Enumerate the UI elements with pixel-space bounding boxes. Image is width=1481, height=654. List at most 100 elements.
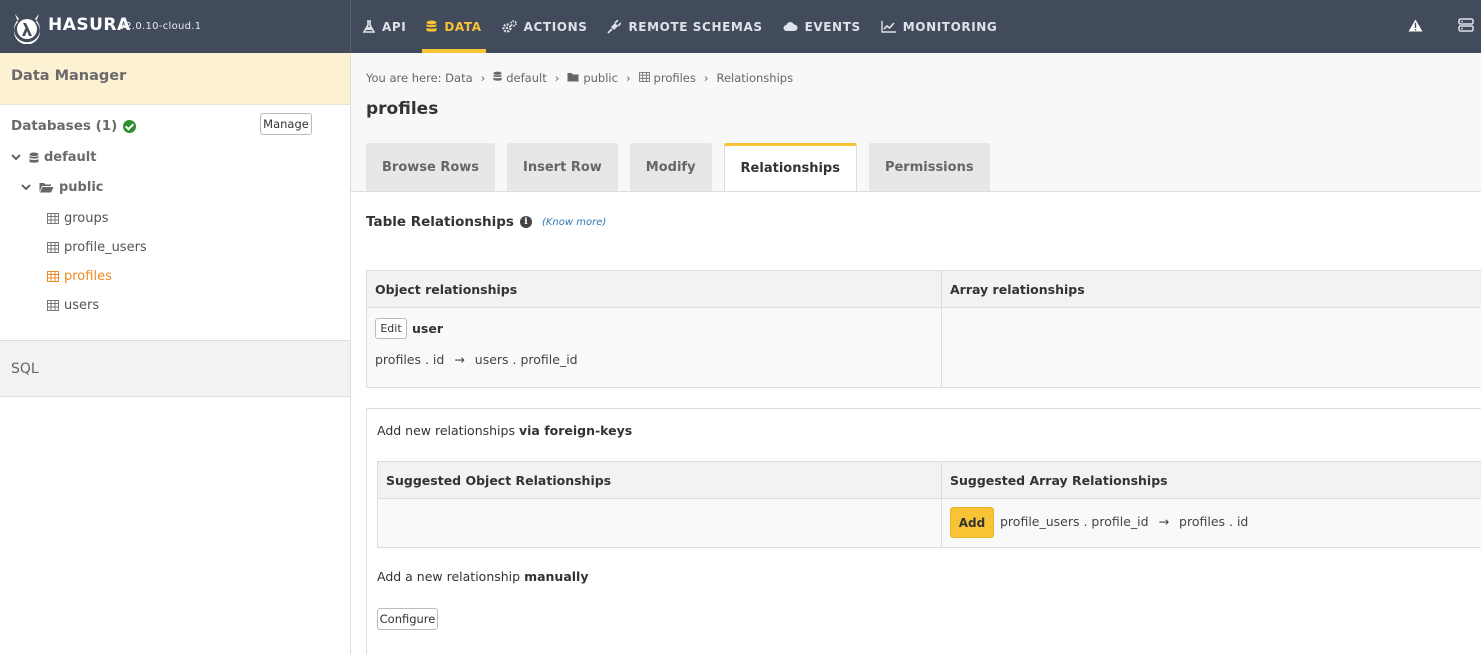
table-icon bbox=[47, 242, 59, 253]
breadcrumb-table[interactable]: profiles bbox=[654, 71, 696, 85]
folder-icon bbox=[567, 71, 579, 85]
top-navbar: HASURA v2.0.10-cloud.1 API DATA ACTIONS bbox=[0, 0, 1481, 53]
tree-table-label: users bbox=[64, 298, 100, 313]
mapping-from: profile_users . profile_id bbox=[1000, 514, 1149, 529]
edit-relationship-button[interactable]: Edit bbox=[375, 318, 407, 339]
table-row: Edit user profiles . id → users . profil… bbox=[367, 308, 1481, 387]
nav-monitoring[interactable]: MONITORING bbox=[871, 0, 1008, 53]
array-relationships-header: Array relationships bbox=[950, 282, 1085, 297]
mapping-to: users . profile_id bbox=[474, 352, 578, 367]
tree-table-label: profiles bbox=[64, 269, 112, 284]
nav-actions-label: ACTIONS bbox=[523, 19, 588, 34]
tree-table-groups[interactable]: groups bbox=[47, 211, 109, 226]
chevron-right-icon: › bbox=[703, 71, 709, 85]
tab-browse-rows[interactable]: Browse Rows bbox=[366, 143, 496, 191]
database-icon bbox=[426, 20, 437, 33]
nav-remote-schemas-label: REMOTE SCHEMAS bbox=[628, 19, 763, 34]
breadcrumb: You are here: Data › default › public › … bbox=[366, 71, 793, 85]
check-circle-icon bbox=[123, 119, 137, 133]
breadcrumb-db[interactable]: default bbox=[506, 71, 546, 85]
arrow-right-icon: → bbox=[454, 352, 465, 367]
sidebar: Data Manager Databases (1) Manage defaul… bbox=[0, 53, 351, 654]
page-title: profiles bbox=[366, 99, 439, 119]
nav-data-label: DATA bbox=[444, 19, 482, 34]
breadcrumb-prefix[interactable]: You are here: Data bbox=[366, 71, 473, 85]
mapping-from: profiles . id bbox=[375, 352, 445, 367]
section-title: Table Relationships i (Know more) bbox=[366, 214, 606, 230]
table-icon bbox=[47, 271, 59, 282]
tree-db-label: default bbox=[44, 150, 97, 165]
suggested-object-cell bbox=[378, 499, 942, 547]
nav-monitoring-label: MONITORING bbox=[902, 19, 998, 34]
breadcrumb-current: Relationships bbox=[716, 71, 794, 85]
relationship-name: user bbox=[412, 321, 443, 336]
sidebar-sql[interactable]: SQL bbox=[0, 341, 350, 397]
nav-actions[interactable]: ACTIONS bbox=[492, 0, 598, 53]
tab-relationships[interactable]: Relationships bbox=[723, 143, 857, 191]
databases-title: Databases (1) bbox=[11, 118, 137, 134]
main-nav: API DATA ACTIONS REMOTE SCHEMAS EVENTS M… bbox=[351, 0, 1007, 53]
add-manual-bold: manually bbox=[524, 569, 589, 584]
info-icon[interactable]: i bbox=[519, 216, 532, 228]
server-icon[interactable] bbox=[1458, 17, 1474, 36]
tree-table-label: profile_users bbox=[64, 240, 147, 255]
tree-table-profiles[interactable]: profiles bbox=[47, 269, 112, 284]
relationship-mapping: profiles . id → users . profile_id bbox=[375, 352, 578, 367]
table-icon bbox=[47, 300, 59, 311]
chevron-down-icon bbox=[21, 184, 33, 191]
manage-button[interactable]: Manage bbox=[260, 113, 312, 135]
section-title-label: Table Relationships bbox=[366, 214, 514, 230]
object-relationship-cell: Edit user profiles . id → users . profil… bbox=[367, 308, 942, 387]
nav-events-label: EVENTS bbox=[804, 19, 861, 34]
breadcrumb-schema[interactable]: public bbox=[583, 71, 618, 85]
database-icon bbox=[29, 152, 39, 164]
nav-api-label: API bbox=[382, 19, 407, 34]
add-via-fk-heading: Add new relationships via foreign-keys bbox=[377, 423, 632, 438]
table-icon bbox=[638, 71, 650, 85]
tree-table-users[interactable]: users bbox=[47, 298, 99, 313]
relationships-panel: Table Relationships i (Know more) Object… bbox=[351, 192, 1481, 654]
know-more-link[interactable]: (Know more) bbox=[542, 217, 606, 228]
nav-data[interactable]: DATA bbox=[416, 0, 491, 53]
warning-icon[interactable] bbox=[1408, 17, 1423, 36]
cloud-icon bbox=[783, 21, 798, 32]
add-manual-heading: Add a new relationship manually bbox=[377, 569, 589, 584]
sidebar-header[interactable]: Data Manager bbox=[0, 53, 350, 105]
tab-insert-row[interactable]: Insert Row bbox=[507, 143, 618, 191]
tree-schema-public[interactable]: public bbox=[21, 180, 103, 195]
tab-permissions[interactable]: Permissions bbox=[868, 143, 990, 191]
table-header: Object relationships Array relationships bbox=[367, 271, 1481, 308]
chevron-right-icon: › bbox=[480, 71, 486, 85]
nav-api[interactable]: API bbox=[353, 0, 416, 53]
brand-version: v2.0.10-cloud.1 bbox=[119, 21, 202, 32]
chevron-right-icon: › bbox=[554, 71, 560, 85]
gears-icon bbox=[502, 20, 517, 33]
add-suggested-button[interactable]: Add bbox=[950, 507, 994, 538]
suggested-relationships-table: Suggested Object Relationships Suggested… bbox=[377, 461, 1481, 548]
brand[interactable]: HASURA v2.0.10-cloud.1 bbox=[0, 0, 351, 53]
chevron-right-icon: › bbox=[625, 71, 631, 85]
nav-remote-schemas[interactable]: REMOTE SCHEMAS bbox=[597, 0, 772, 53]
add-via-fk-bold: via foreign-keys bbox=[518, 423, 633, 438]
suggested-mapping: profile_users . profile_id → profiles . … bbox=[1000, 514, 1248, 529]
add-via-fk-prefix: Add new relationships bbox=[377, 423, 515, 438]
nav-right bbox=[1408, 0, 1423, 53]
arrow-right-icon: → bbox=[1158, 514, 1170, 529]
tab-bar: Browse Rows Insert Row Modify Relationsh… bbox=[366, 143, 1002, 191]
add-relationships-box: Add new relationships via foreign-keys S… bbox=[366, 408, 1481, 654]
chart-line-icon bbox=[881, 20, 896, 33]
nav-right-2 bbox=[1458, 0, 1474, 53]
configure-button[interactable]: Configure bbox=[377, 608, 438, 630]
table-header: Suggested Object Relationships Suggested… bbox=[378, 462, 1481, 499]
tree-db-default[interactable]: default bbox=[11, 150, 96, 165]
nav-events[interactable]: EVENTS bbox=[773, 0, 871, 53]
tab-modify[interactable]: Modify bbox=[629, 143, 712, 191]
hasura-logo-icon bbox=[14, 14, 40, 44]
add-manual-prefix: Add a new relationship bbox=[377, 569, 521, 584]
tree-table-profile-users[interactable]: profile_users bbox=[47, 240, 147, 255]
table-icon bbox=[47, 213, 59, 224]
plug-icon bbox=[607, 19, 622, 34]
tree-schema-label: public bbox=[59, 180, 104, 195]
main-content: You are here: Data › default › public › … bbox=[351, 53, 1481, 654]
relationships-table: Object relationships Array relationships… bbox=[366, 270, 1481, 388]
